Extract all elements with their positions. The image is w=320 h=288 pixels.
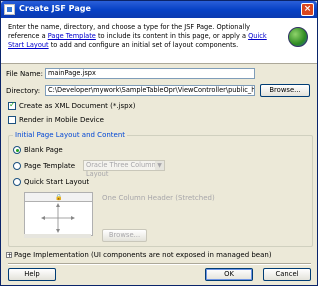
page-template-select-value: Oracle Three Column Layout (86, 161, 156, 178)
create-xml-label: Create as XML Document (*.jspx) (19, 102, 136, 110)
directory-label: Directory: (6, 87, 41, 95)
cancel-button[interactable]: Cancel (263, 268, 311, 281)
page-template-radio[interactable] (13, 162, 21, 170)
page-template-link[interactable]: Page Template (48, 32, 96, 40)
create-xml-checkbox[interactable] (8, 100, 16, 110)
footer-divider (8, 263, 311, 265)
chevron-down-icon: ▼ (155, 161, 164, 170)
stretch-arrows-icon (41, 203, 75, 233)
mobile-device-label: Render in Mobile Device (19, 116, 104, 124)
group-title: Initial Page Layout and Content (13, 131, 128, 139)
quick-start-label: Quick Start Layout (24, 178, 90, 186)
page-template-label: Page Template (24, 162, 76, 170)
lock-icon: 🔒 (55, 194, 63, 201)
directory-input[interactable]: C:\Developer\mywork\SampleTableOpr\ViewC… (45, 85, 255, 96)
header-text-part2: to include its content in this page, or … (95, 32, 249, 40)
window-title: Create JSF Page (19, 4, 91, 13)
header-text-part3: to add and configure an initial set of l… (48, 41, 239, 49)
file-name-input[interactable]: mainPage.jspx (45, 68, 255, 79)
mobile-device-checkbox[interactable] (8, 116, 16, 124)
blank-page-label: Blank Page (24, 146, 63, 154)
globe-icon (288, 27, 308, 47)
file-name-label: File Name: (6, 70, 43, 78)
layout-browse-button[interactable]: Browse... (102, 229, 147, 242)
window-app-icon (4, 4, 15, 15)
layout-name-label: One Column Header (Stretched) (102, 194, 215, 202)
title-bar[interactable]: Create JSF Page × (1, 1, 317, 18)
directory-browse-button[interactable]: Browse... (260, 84, 310, 97)
quick-start-radio[interactable] (13, 178, 21, 186)
ok-button[interactable]: OK (205, 268, 253, 281)
blank-page-radio[interactable] (13, 146, 21, 154)
expand-icon[interactable]: + (6, 252, 12, 259)
page-template-select[interactable]: Oracle Three Column Layout ▼ (83, 160, 165, 178)
header-description: Enter the name, directory, and choose a … (8, 23, 273, 50)
create-jsf-page-dialog: Create JSF Page × Enter the name, direct… (0, 0, 318, 286)
initial-layout-group: Initial Page Layout and Content Blank Pa… (8, 131, 313, 247)
layout-preview: 🔒 (24, 192, 93, 236)
help-button[interactable]: Help (8, 268, 56, 281)
page-implementation-label[interactable]: Page Implementation (UI components are n… (14, 251, 272, 259)
preview-scrollbar (24, 234, 91, 238)
close-icon[interactable]: × (301, 3, 314, 16)
dialog-header: Enter the name, directory, and choose a … (1, 18, 317, 64)
